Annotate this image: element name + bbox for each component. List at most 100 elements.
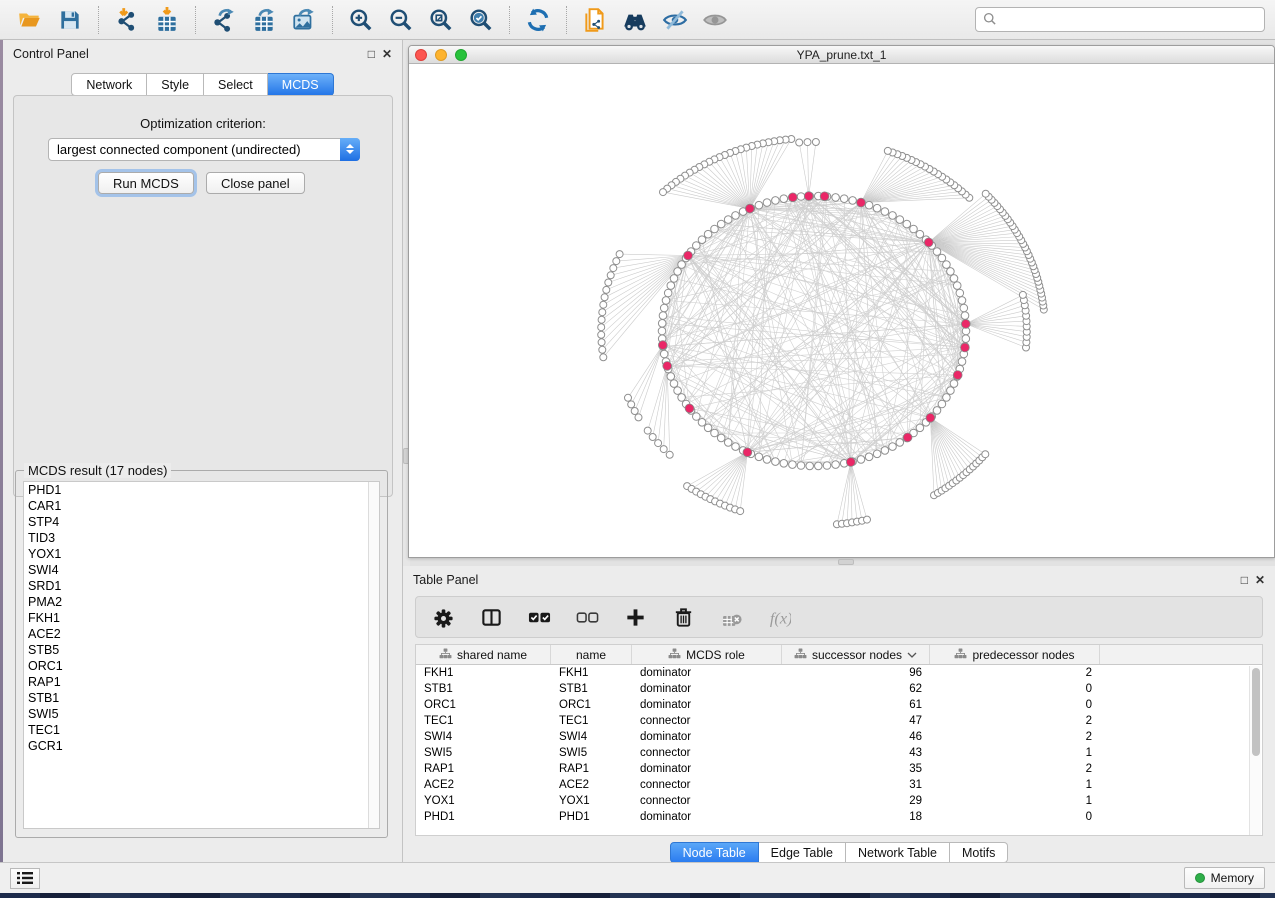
cell-name: ACE2 xyxy=(551,779,632,791)
mcds-result-list[interactable]: PHD1CAR1STP4TID3YOX1SWI4SRD1PMA2FKH1ACE2… xyxy=(23,481,380,829)
share-document-icon xyxy=(582,7,608,33)
tab-network[interactable]: Network xyxy=(71,73,147,96)
export-table-button[interactable] xyxy=(244,3,284,37)
create-column-button[interactable] xyxy=(622,604,648,630)
zoom-out-button[interactable] xyxy=(381,3,421,37)
mcds-result-item[interactable]: TID3 xyxy=(24,530,379,546)
zoom-fit-button[interactable] xyxy=(421,3,461,37)
horizontal-splitter[interactable] xyxy=(408,558,1275,566)
column-header-successor-nodes[interactable]: successor nodes xyxy=(782,645,930,664)
close-panel-icon[interactable]: ✕ xyxy=(1255,574,1265,586)
select-stepper-icon[interactable] xyxy=(340,138,360,161)
delete-column-button[interactable] xyxy=(670,604,696,630)
tab-select[interactable]: Select xyxy=(204,73,268,96)
memory-button[interactable]: Memory xyxy=(1184,867,1265,889)
column-header-MCDS-role[interactable]: MCDS role xyxy=(632,645,782,664)
show-column-panel-button[interactable] xyxy=(478,604,504,630)
table-row[interactable]: YOX1YOX1connector291 xyxy=(416,793,1262,809)
table-row[interactable]: SWI5SWI5connector431 xyxy=(416,745,1262,761)
criterion-select[interactable]: largest connected component (undirected) xyxy=(48,138,360,161)
column-header-name[interactable]: name xyxy=(551,645,632,664)
network-canvas[interactable] xyxy=(409,64,1274,558)
network-window-titlebar[interactable]: YPA_prune.txt_1 xyxy=(409,46,1274,64)
find-button[interactable] xyxy=(615,3,655,37)
mcds-result-item[interactable]: CAR1 xyxy=(24,498,379,514)
open-file-button[interactable] xyxy=(10,3,50,37)
cell-name: SWI5 xyxy=(551,747,632,759)
close-panel-icon[interactable]: ✕ xyxy=(382,48,392,60)
mcds-result-item[interactable]: STB1 xyxy=(24,690,379,706)
close-panel-button[interactable]: Close panel xyxy=(206,172,305,194)
table-row[interactable]: SWI4SWI4dominator462 xyxy=(416,729,1262,745)
mcds-list-scrollbar[interactable] xyxy=(368,482,379,828)
mcds-result-item[interactable]: ORC1 xyxy=(24,658,379,674)
search-box[interactable] xyxy=(975,7,1265,32)
export-network-icon xyxy=(211,7,237,33)
network-window-title: YPA_prune.txt_1 xyxy=(409,48,1274,62)
node-table[interactable]: shared namenameMCDS rolesuccessor nodesp… xyxy=(415,644,1263,836)
mcds-result-item[interactable]: SRD1 xyxy=(24,578,379,594)
mcds-result-item[interactable]: STB5 xyxy=(24,642,379,658)
mcds-result-item[interactable]: SWI4 xyxy=(24,562,379,578)
mcds-result-item[interactable]: YOX1 xyxy=(24,546,379,562)
mcds-result-item[interactable]: RAP1 xyxy=(24,674,379,690)
zoom-in-button[interactable] xyxy=(341,3,381,37)
table-row[interactable]: ORC1ORC1dominator610 xyxy=(416,697,1262,713)
tab-network-table[interactable]: Network Table xyxy=(846,842,950,863)
mcds-result-item[interactable]: TEC1 xyxy=(24,722,379,738)
tab-motifs[interactable]: Motifs xyxy=(950,842,1008,863)
tab-edge-table[interactable]: Edge Table xyxy=(759,842,846,863)
mcds-result-item[interactable]: ACE2 xyxy=(24,626,379,642)
list-icon xyxy=(17,872,33,884)
mcds-result-item[interactable]: SWI5 xyxy=(24,706,379,722)
mcds-result-item[interactable]: PMA2 xyxy=(24,594,379,610)
table-row[interactable]: RAP1RAP1dominator352 xyxy=(416,761,1262,777)
select-all-columns-icon xyxy=(528,606,551,629)
export-image-button[interactable] xyxy=(284,3,324,37)
hierarchy-icon xyxy=(954,648,967,661)
zoom-selected-button[interactable] xyxy=(461,3,501,37)
share-document-button[interactable] xyxy=(575,3,615,37)
tab-node-table[interactable]: Node Table xyxy=(670,842,759,863)
open-file-icon xyxy=(17,7,43,33)
table-row[interactable]: FKH1FKH1dominator962 xyxy=(416,665,1262,681)
show-all-button[interactable] xyxy=(695,3,735,37)
memory-status-icon xyxy=(1195,873,1205,883)
table-row[interactable]: TEC1TEC1connector472 xyxy=(416,713,1262,729)
table-row[interactable]: STB1STB1dominator620 xyxy=(416,681,1262,697)
horizontal-splitter-grip[interactable] xyxy=(838,559,854,565)
table-scrollbar-thumb[interactable] xyxy=(1252,668,1260,756)
panels-menu-button[interactable] xyxy=(10,868,40,889)
float-panel-icon[interactable]: □ xyxy=(368,48,375,60)
show-all-icon xyxy=(702,7,728,33)
import-network-button[interactable] xyxy=(107,3,147,37)
save-session-button[interactable] xyxy=(50,3,90,37)
column-header-predecessor-nodes[interactable]: predecessor nodes xyxy=(930,645,1100,664)
table-scrollbar[interactable] xyxy=(1249,666,1261,835)
table-options-button[interactable] xyxy=(430,604,456,630)
import-table-icon xyxy=(154,7,180,33)
search-input[interactable] xyxy=(1000,13,1258,27)
export-network-button[interactable] xyxy=(204,3,244,37)
float-panel-icon[interactable]: □ xyxy=(1241,574,1248,586)
import-table-button[interactable] xyxy=(147,3,187,37)
table-row[interactable]: ACE2ACE2connector311 xyxy=(416,777,1262,793)
mcds-result-item[interactable]: STP4 xyxy=(24,514,379,530)
cell-successor-nodes: 47 xyxy=(782,715,930,727)
mcds-result-item[interactable]: GCR1 xyxy=(24,738,379,754)
mcds-result-item[interactable]: FKH1 xyxy=(24,610,379,626)
run-mcds-button[interactable]: Run MCDS xyxy=(98,172,194,194)
table-row[interactable]: PHD1PHD1dominator180 xyxy=(416,809,1262,825)
cell-shared-name: ORC1 xyxy=(416,699,551,711)
mcds-result-item[interactable]: PHD1 xyxy=(24,482,379,498)
tab-mcds[interactable]: MCDS xyxy=(268,73,334,96)
function-builder-button[interactable]: f(x) xyxy=(766,604,792,630)
refresh-button[interactable] xyxy=(518,3,558,37)
hide-selected-button[interactable] xyxy=(655,3,695,37)
select-all-columns-button[interactable] xyxy=(526,604,552,630)
column-header-shared-name[interactable]: shared name xyxy=(416,645,551,664)
unselect-all-columns-button[interactable] xyxy=(574,604,600,630)
delete-table-button[interactable] xyxy=(718,604,744,630)
tab-style[interactable]: Style xyxy=(147,73,204,96)
hierarchy-icon xyxy=(439,648,452,661)
